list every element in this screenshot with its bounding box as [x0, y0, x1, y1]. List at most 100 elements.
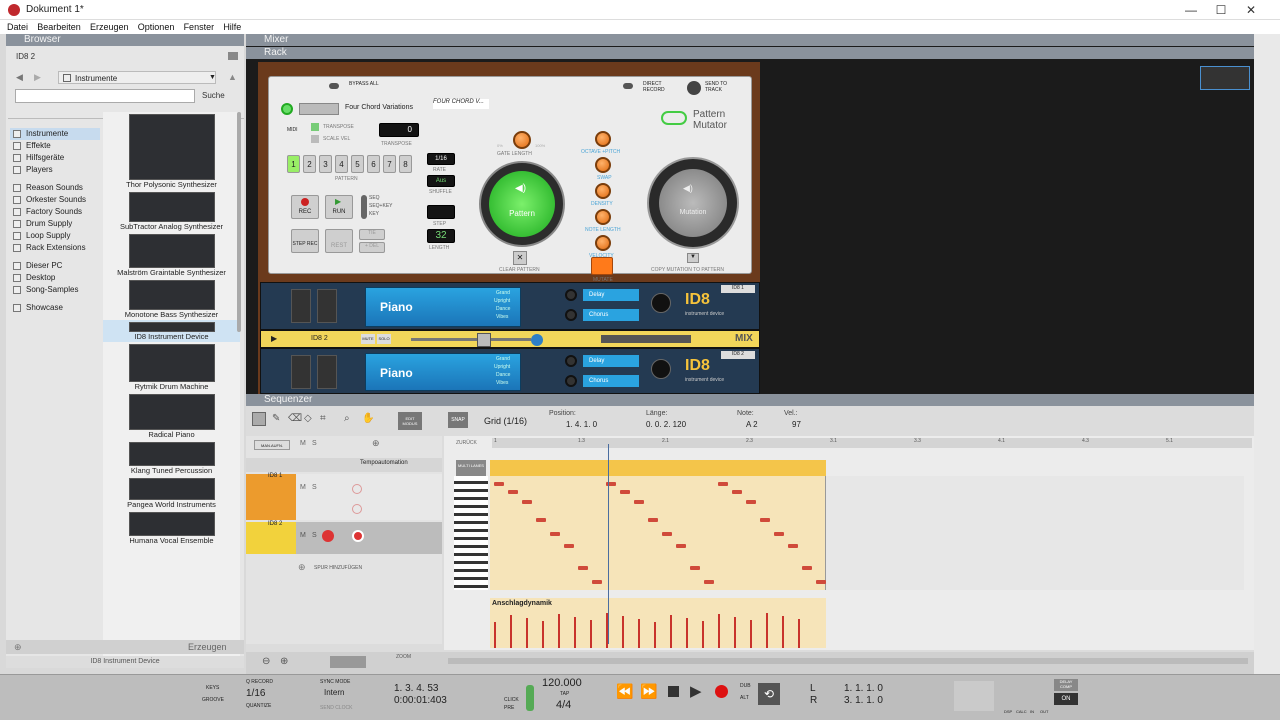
location-item[interactable]: Effekte	[10, 140, 100, 152]
mixer-header[interactable]: Mixer	[246, 34, 1254, 46]
folder-dropdown[interactable]: Instrumente ▼	[58, 71, 216, 84]
pencil-tool-icon[interactable]: ✎	[272, 413, 280, 424]
zoom-out-icon[interactable]: ⊖	[262, 656, 270, 667]
loop-icon[interactable]: ⟲	[758, 683, 780, 705]
rate-display[interactable]: 1/16	[427, 153, 455, 165]
manual-record-button[interactable]: MAN.AUFN.	[254, 440, 290, 450]
bypass-toggle[interactable]	[329, 83, 339, 89]
razor-tool-icon[interactable]: ⌗	[320, 413, 326, 424]
record-enable[interactable]	[352, 530, 364, 542]
rest-button[interactable]: REST	[325, 229, 353, 253]
tie-button[interactable]: TIE	[359, 229, 385, 240]
loop-marker-controls[interactable]	[330, 656, 366, 668]
grid-dropdown[interactable]: Grid (1/16)	[484, 416, 527, 426]
multi-lanes-button[interactable]: MULTI LANES	[456, 460, 486, 476]
midi-note[interactable]	[578, 566, 588, 570]
track-solo[interactable]: S	[312, 484, 317, 491]
device-item[interactable]: Pangea World Instruments	[103, 476, 240, 510]
velocity-bar[interactable]	[670, 615, 672, 648]
search-button[interactable]: Suche	[202, 91, 225, 100]
location-item[interactable]: Song-Samples	[10, 284, 100, 296]
step-display[interactable]	[427, 205, 455, 219]
chorus-knob[interactable]	[565, 375, 577, 387]
scale-vel-led[interactable]	[311, 135, 319, 143]
pattern-button[interactable]: Pattern	[489, 171, 555, 237]
midi-note[interactable]	[522, 500, 532, 504]
location-item[interactable]: Players	[10, 164, 100, 176]
groove-label[interactable]: GROOVE	[202, 697, 224, 703]
dub-label[interactable]: DUB	[740, 683, 751, 689]
velocity-bar[interactable]	[558, 614, 560, 648]
length-value[interactable]: 0. 0. 2. 120	[646, 420, 686, 429]
monitor-icon[interactable]	[322, 530, 334, 542]
sequencer-header[interactable]: Sequenzer	[246, 394, 1254, 406]
eraser-tool-icon[interactable]: ⌫	[288, 413, 302, 424]
song-position[interactable]: 1. 3. 4. 53	[394, 683, 438, 694]
track-id8-1[interactable]: ID8 1 M S	[246, 473, 442, 520]
shuffle-display[interactable]: Aus	[427, 175, 455, 187]
menu-fenster[interactable]: Fenster	[184, 20, 215, 34]
tap-label[interactable]: TAP	[560, 691, 569, 697]
track-mute[interactable]: M	[300, 532, 306, 539]
pattern-button-6[interactable]: 6	[367, 155, 380, 173]
device-item[interactable]: ID8 Instrument Device	[103, 320, 240, 342]
keys-label[interactable]: KEYS	[206, 685, 219, 691]
location-item[interactable]: Desktop	[10, 272, 100, 284]
device-item[interactable]: Radical Piano	[103, 392, 240, 440]
mute-all[interactable]: M	[300, 440, 306, 447]
device-item[interactable]: Thor Polysonic Synthesizer	[103, 112, 240, 190]
midi-note[interactable]	[620, 490, 630, 494]
note-grid[interactable]	[490, 476, 826, 590]
pattern-button-7[interactable]: 7	[383, 155, 396, 173]
midi-note[interactable]	[564, 544, 574, 548]
location-item[interactable]: Orkester Sounds	[10, 194, 100, 206]
solo-button[interactable]: SOLO	[377, 334, 391, 344]
chorus-display[interactable]: Chorus	[583, 375, 639, 387]
mute-button[interactable]: MUTE	[361, 334, 375, 344]
fader[interactable]	[291, 355, 311, 389]
midi-note[interactable]	[802, 566, 812, 570]
scrollbar[interactable]	[237, 112, 241, 332]
del-button[interactable]: + DEL	[359, 242, 385, 253]
add-track-icon[interactable]: ⊕	[298, 562, 306, 573]
midi-note[interactable]	[648, 518, 658, 522]
velocity-bar[interactable]	[766, 613, 768, 648]
pattern-button-2[interactable]: 2	[303, 155, 316, 173]
midi-note[interactable]	[536, 518, 546, 522]
midi-note[interactable]	[704, 580, 714, 584]
location-item[interactable]: Dieser PC	[10, 260, 100, 272]
track-name[interactable]: ID8 2	[268, 521, 282, 527]
hand-tool-icon[interactable]: ✋	[362, 413, 374, 424]
midi-note[interactable]	[508, 490, 518, 494]
loop-left-value[interactable]: 1. 1. 1. 0	[844, 683, 883, 694]
midi-note[interactable]	[494, 482, 504, 486]
velocity-bar[interactable]	[654, 622, 656, 648]
delay-display[interactable]: Delay	[583, 289, 639, 301]
send-clock-label[interactable]: SEND CLOCK	[320, 705, 353, 711]
step-rec-button[interactable]: STEP REC	[291, 229, 319, 253]
midi-note[interactable]	[732, 490, 742, 494]
quantize-value[interactable]: 1/16	[246, 688, 265, 699]
clear-icon[interactable]: ✕	[513, 251, 527, 265]
transpose-display[interactable]: 0	[379, 123, 419, 137]
solo-all[interactable]: S	[312, 440, 317, 447]
velocity-knob[interactable]	[595, 235, 611, 251]
pattern-button-3[interactable]: 3	[319, 155, 332, 173]
seq-mode-switch[interactable]	[361, 195, 367, 219]
position-value[interactable]: 1. 4. 1. 0	[566, 420, 597, 429]
menu-hilfe[interactable]: Hilfe	[223, 20, 241, 34]
back-button[interactable]: ZURÜCK	[456, 440, 477, 446]
rewind-icon[interactable]: ⏪	[616, 683, 633, 700]
sync-value[interactable]: Intern	[324, 688, 344, 697]
midi-note[interactable]	[634, 500, 644, 504]
velocity-bar[interactable]	[750, 620, 752, 648]
add-track-label[interactable]: SPUR HINZUFÜGEN	[314, 565, 362, 571]
midi-note[interactable]	[816, 580, 826, 584]
volume-slider-handle[interactable]	[477, 333, 491, 347]
velocity-bar[interactable]	[718, 614, 720, 648]
minimize-button[interactable]: —	[1176, 2, 1206, 18]
record-enable[interactable]	[352, 504, 362, 514]
midi-note[interactable]	[788, 544, 798, 548]
line-tool-icon[interactable]: ◇	[304, 413, 312, 424]
forward-icon[interactable]: ▶	[34, 72, 41, 83]
